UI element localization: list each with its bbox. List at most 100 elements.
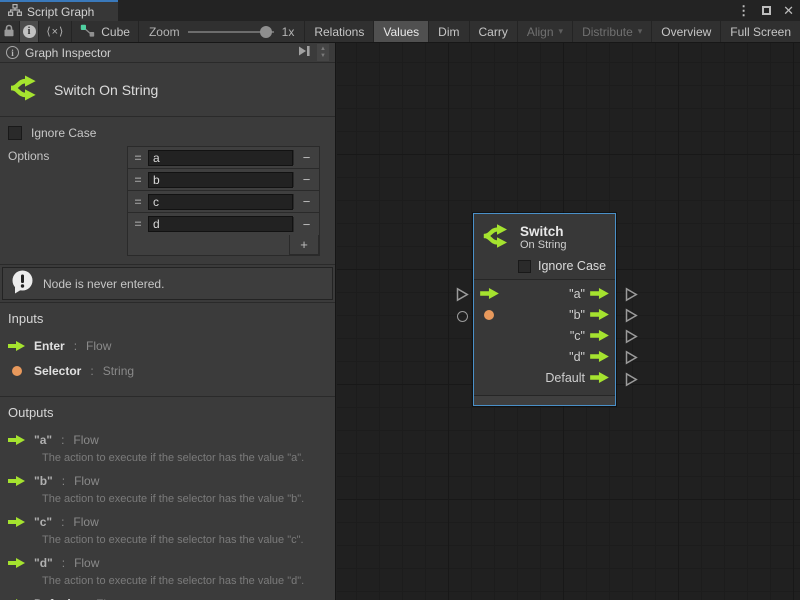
lock-icon <box>3 24 15 40</box>
enter-connection-triangle[interactable] <box>455 287 469 302</box>
relations-button[interactable]: Relations <box>304 21 374 42</box>
zoom-value: 1x <box>282 25 295 39</box>
flow-arrow-icon <box>590 330 609 341</box>
output-port-default: Default : Flow <box>8 594 327 600</box>
node-port-row: "c" <box>480 325 609 346</box>
option-value-input[interactable] <box>148 150 293 166</box>
flow-arrow-icon <box>8 435 25 445</box>
chevron-down-icon: ▾ <box>638 26 643 37</box>
options-row: Options = − = − = − <box>8 146 335 256</box>
options-label: Options <box>8 146 49 163</box>
script-graph-asset-icon <box>80 24 95 40</box>
align-button[interactable]: Align ▾ <box>518 21 573 42</box>
warning-icon <box>11 270 34 297</box>
distribute-button[interactable]: Distribute ▾ <box>573 21 652 42</box>
output-port-description: The action to execute if the selector ha… <box>42 575 327 587</box>
output-port-c[interactable]: "c" <box>570 329 609 343</box>
inspector-toggle-button[interactable]: i <box>20 21 40 42</box>
carry-button[interactable]: Carry <box>470 21 518 42</box>
option-value-input[interactable] <box>148 216 293 232</box>
remove-option-button[interactable]: − <box>293 217 319 232</box>
node-port-row: "b" <box>480 304 609 325</box>
switch-on-string-node[interactable]: Switch On String Ignore Case "a" <box>473 213 616 406</box>
output-port-d[interactable]: "d" <box>569 350 609 364</box>
output-port-b: "b" : Flow <box>8 471 327 490</box>
graph-target[interactable]: Cube <box>71 21 139 42</box>
zoom-slider[interactable] <box>188 26 274 38</box>
graph-hierarchy-icon <box>8 4 22 19</box>
maximize-icon[interactable] <box>762 6 771 15</box>
node-header[interactable]: Switch On String Ignore Case <box>474 214 615 280</box>
remove-option-button[interactable]: − <box>293 150 319 165</box>
code-preview-button[interactable]: ⟨×⟩ <box>39 21 71 42</box>
output-port-default[interactable]: Default <box>545 371 609 385</box>
drag-handle-icon[interactable]: = <box>128 217 148 231</box>
option-item: = − <box>128 191 319 213</box>
graph-target-label: Cube <box>101 25 130 39</box>
divider <box>0 264 335 265</box>
output-a-connection-triangle[interactable] <box>624 287 638 302</box>
remove-option-button[interactable]: − <box>293 194 319 209</box>
script-graph-window: Script Graph ⋮ ✕ i ⟨×⟩ <box>0 0 800 600</box>
selector-port-icon[interactable] <box>480 310 494 320</box>
output-c-connection-triangle[interactable] <box>624 329 638 344</box>
menu-icon[interactable]: ⋮ <box>737 3 750 19</box>
fullscreen-button[interactable]: Full Screen <box>721 21 800 42</box>
option-value-input[interactable] <box>148 172 293 188</box>
switch-on-string-icon <box>482 221 512 254</box>
node-port-row: "d" <box>480 346 609 367</box>
drag-handle-icon[interactable]: = <box>128 173 148 187</box>
output-port-c: "c" : Flow <box>8 512 327 531</box>
graph-canvas[interactable]: Switch On String Ignore Case "a" <box>337 43 800 600</box>
dim-button[interactable]: Dim <box>429 21 469 42</box>
options-footer: + <box>128 235 319 255</box>
flow-arrow-icon <box>8 341 25 351</box>
unit-settings-section: Ignore Case Options = − = − <box>0 117 335 264</box>
chevron-down-icon: ▾ <box>559 26 564 37</box>
remove-option-button[interactable]: − <box>293 172 319 187</box>
zoom-slider-handle[interactable] <box>260 26 272 38</box>
tab-title: Script Graph <box>27 5 94 19</box>
option-item: = − <box>128 147 319 169</box>
graph-inspector-header: i Graph Inspector ▲ ▼ <box>0 43 335 62</box>
outputs-section: Outputs "a" : Flow The action to execute… <box>0 397 335 600</box>
output-port-a[interactable]: "a" <box>569 287 609 301</box>
drag-handle-icon[interactable]: = <box>128 151 148 165</box>
output-port-b[interactable]: "b" <box>569 308 609 322</box>
drag-handle-icon[interactable]: = <box>128 195 148 209</box>
inputs-title: Inputs <box>8 311 327 326</box>
graph-inspector-panel: i Graph Inspector ▲ ▼ S <box>0 43 336 600</box>
enter-port-icon[interactable] <box>480 288 499 299</box>
dock-icon[interactable] <box>297 45 311 60</box>
output-d-connection-triangle[interactable] <box>624 350 638 365</box>
spinner-down-icon[interactable]: ▼ <box>320 53 326 59</box>
node-footer <box>474 395 615 405</box>
flow-arrow-icon <box>590 288 609 299</box>
flow-arrow-icon <box>8 558 25 568</box>
ignore-case-row: Ignore Case <box>8 123 335 143</box>
unit-header: Switch On String <box>0 63 335 116</box>
output-b-connection-triangle[interactable] <box>624 308 638 323</box>
selector-connection-ring[interactable] <box>455 309 469 324</box>
output-port-d: "d" : Flow <box>8 553 327 572</box>
string-port-icon <box>8 366 25 376</box>
flow-arrow-icon <box>590 309 609 320</box>
option-item: = − <box>128 169 319 191</box>
node-ignore-case-label: Ignore Case <box>538 259 606 273</box>
spinner-up-icon[interactable]: ▲ <box>320 46 326 52</box>
output-default-connection-triangle[interactable] <box>624 372 638 387</box>
tab-script-graph[interactable]: Script Graph <box>0 0 118 21</box>
flow-arrow-icon <box>8 517 25 527</box>
values-button[interactable]: Values <box>374 21 429 42</box>
ignore-case-checkbox[interactable] <box>8 126 22 140</box>
option-value-input[interactable] <box>148 194 293 210</box>
add-option-button[interactable]: + <box>289 235 319 255</box>
unit-title: Switch On String <box>54 82 158 98</box>
panel-spinner[interactable]: ▲ ▼ <box>317 44 329 61</box>
window-controls: ⋮ ✕ <box>737 0 794 21</box>
node-ignore-case-checkbox[interactable] <box>518 260 531 273</box>
panel-title: Graph Inspector <box>25 46 291 60</box>
overview-button[interactable]: Overview <box>652 21 721 42</box>
close-icon[interactable]: ✕ <box>783 3 794 19</box>
lock-button[interactable] <box>0 21 20 42</box>
